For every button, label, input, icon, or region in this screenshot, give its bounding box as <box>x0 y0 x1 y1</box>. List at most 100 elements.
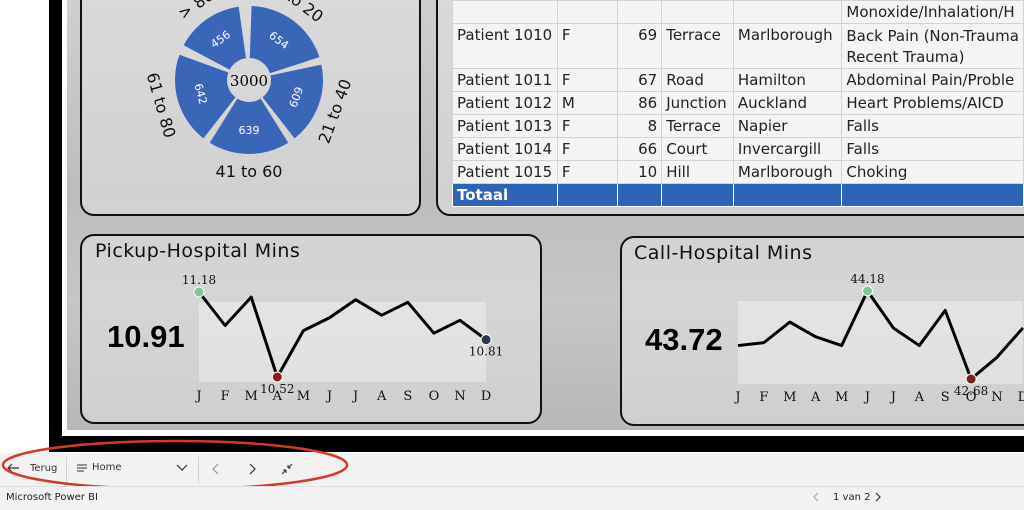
table-row[interactable]: Patient 1013 F 8 Terrace Napier Falls <box>452 114 1024 138</box>
table-cell-patient: Patient 1014 <box>452 137 558 161</box>
table-cell-street: Terrace <box>661 23 734 69</box>
table-row[interactable]: Monoxide/Inhalation/H <box>452 0 1024 24</box>
table-cell-complaint: Falls <box>841 114 1024 138</box>
data-point-max[interactable] <box>193 286 205 298</box>
x-tick-label: A <box>376 389 387 404</box>
table-cell-street: Road <box>661 68 734 92</box>
complaint-line-2: Recent Trauma) <box>846 48 965 66</box>
table-cell-street: Hill <box>661 160 734 184</box>
call-line-chart[interactable]: J F M A M J J A S O N D44.1842.68 <box>720 270 1024 410</box>
table-row[interactable]: Patient 1010 F 69 Terrace Marlborough Ba… <box>452 23 1024 69</box>
x-tick-label: M <box>297 389 310 404</box>
x-tick-label: D <box>481 389 491 404</box>
table-cell-street: Junction <box>661 91 734 115</box>
table-total-label: Totaal <box>452 183 558 207</box>
data-label-max: 11.18 <box>182 273 216 287</box>
table-total-row: Totaal <box>452 183 1024 207</box>
complaint-line-1: Back Pain (Non-Trauma <box>846 27 1019 45</box>
data-label-min: 10.52 <box>260 382 294 396</box>
table-cell-city: Marlborough <box>732 160 843 184</box>
x-tick-label: A <box>914 390 925 405</box>
data-label-max: 44.18 <box>850 272 884 286</box>
data-point-min[interactable] <box>965 373 977 385</box>
table-cell-city: Auckland <box>732 91 843 115</box>
table-cell-complaint: Abdominal Pain/Proble <box>841 68 1024 92</box>
table-cell-patient: Patient 1015 <box>452 160 558 184</box>
table-cell-sex: F <box>556 114 619 138</box>
x-tick-label: O <box>429 389 440 404</box>
table-cell-sex: F <box>556 68 619 92</box>
table-cell-sex: M <box>556 91 619 115</box>
table-cell-age: 67 <box>617 68 663 92</box>
table-cell-city: Napier <box>732 114 843 138</box>
x-tick-label: S <box>941 390 950 405</box>
pie-slice-value: 639 <box>239 124 260 137</box>
table-cell-patient: Patient 1011 <box>452 68 558 92</box>
table-cell-age: 10 <box>617 160 663 184</box>
page-indicator: 1 van 2 <box>833 492 871 503</box>
table-cell-sex: F <box>556 160 619 184</box>
x-tick-label: M <box>783 390 796 405</box>
table-cell-age: 8 <box>617 114 663 138</box>
x-tick-label: A <box>810 390 821 405</box>
table-cell-city: Hamilton <box>732 68 843 92</box>
table-cell-street: Court <box>661 137 734 161</box>
x-tick-label: J <box>889 390 896 405</box>
report-canvas: 456 654 609 639 642 3000 > 80 to 20 21 to 40 41… <box>0 0 1024 509</box>
annotation-ellipse <box>1 439 349 491</box>
pie-center-total: 3000 <box>230 72 268 90</box>
table-cell-complaint: Back Pain (Non-Trauma Recent Trauma) <box>841 23 1024 69</box>
status-prev-page-button[interactable] <box>812 492 820 502</box>
x-tick-label: N <box>991 390 1002 405</box>
app-name: Microsoft Power BI <box>6 492 98 503</box>
pickup-kpi-value: 10.91 <box>107 319 185 354</box>
pie-category-label: 61 to 80 <box>143 70 180 140</box>
age-pie-chart[interactable]: 456 654609639642 3000 > 80 to 2021 to 4041… <box>80 0 417 212</box>
status-next-page-button[interactable] <box>874 492 882 502</box>
table-cell-patient: Patient 1010 <box>452 23 558 69</box>
x-tick-label: D <box>1018 390 1024 405</box>
patient-table: Monoxide/Inhalation/H Patient 1010 F 69 … <box>452 0 1024 207</box>
table-cell-complaint: Monoxide/Inhalation/H <box>841 0 1024 24</box>
table-row[interactable]: Patient 1011 F 67 Road Hamilton Abdomina… <box>452 68 1024 92</box>
chevron-left-icon <box>813 492 819 502</box>
data-point-min[interactable] <box>271 371 283 383</box>
table-cell-city: Marlborough <box>732 23 843 69</box>
x-tick-label: J <box>325 389 332 404</box>
table-row[interactable]: Patient 1015 F 10 Hill Marlborough Choki… <box>452 160 1024 184</box>
call-kpi-value: 43.72 <box>645 322 723 357</box>
table-cell-age: 86 <box>617 91 663 115</box>
table-cell-patient: Patient 1013 <box>452 114 558 138</box>
table-cell-patient: Patient 1012 <box>452 91 558 115</box>
chevron-right-icon <box>875 492 881 502</box>
data-point-max[interactable] <box>862 285 873 297</box>
table-cell-complaint: Falls <box>841 137 1024 161</box>
x-tick-label: J <box>194 389 201 404</box>
table-cell-complaint: Heart Problems/AICD <box>841 91 1024 115</box>
table-row[interactable]: Patient 1012 M 86 Junction Auckland Hear… <box>452 91 1024 115</box>
x-tick-label: S <box>403 389 412 404</box>
table-cell-street: Terrace <box>661 114 734 138</box>
x-tick-label: M <box>245 389 258 404</box>
x-tick-label: J <box>733 390 740 405</box>
table-cell-age: 66 <box>617 137 663 161</box>
data-point-last[interactable] <box>480 334 492 346</box>
table-cell-sex: F <box>556 23 619 69</box>
x-tick-label: F <box>759 390 768 405</box>
call-card-title: Call-Hospital Mins <box>634 242 813 264</box>
table-cell-complaint: Choking <box>841 160 1024 184</box>
pickup-card-title: Pickup-Hospital Mins <box>95 240 301 262</box>
pie-category-label: 41 to 60 <box>216 162 283 181</box>
table-cell-sex: F <box>556 137 619 161</box>
x-tick-label: N <box>454 389 465 404</box>
chart-plot-area <box>199 302 487 382</box>
pickup-line-chart[interactable]: J F M A M J J A S O N D11.1810.5210.81 <box>180 270 520 410</box>
x-tick-label: J <box>351 389 358 404</box>
data-label-last: 10.81 <box>469 345 503 359</box>
table-row[interactable]: Patient 1014 F 66 Court Invercargill Fal… <box>452 137 1024 161</box>
x-tick-label: F <box>221 389 230 404</box>
x-tick-label: J <box>863 390 870 405</box>
status-bar: Microsoft Power BI 1 van 2 <box>0 486 1024 510</box>
data-label-min: 42.68 <box>954 384 988 398</box>
table-cell-age: 69 <box>617 23 663 69</box>
